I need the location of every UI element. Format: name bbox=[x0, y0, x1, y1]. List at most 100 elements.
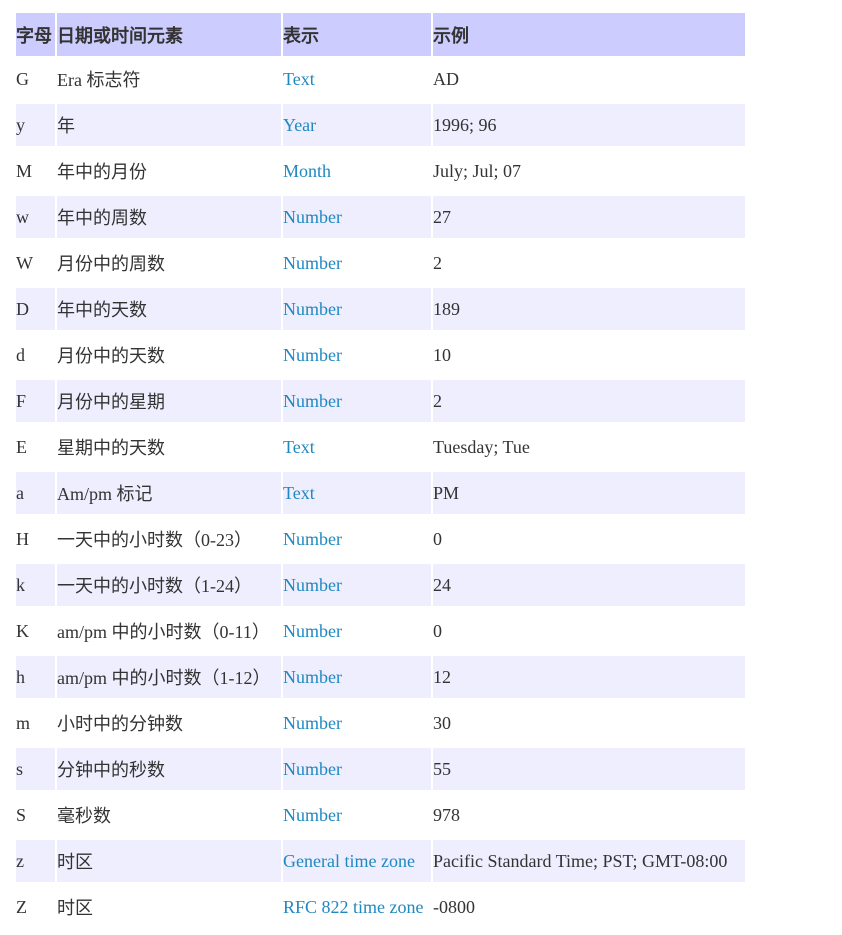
table-row: S 毫秒数 Number 978 bbox=[16, 792, 745, 838]
cell-element: am/pm 中的小时数（0-11） bbox=[57, 608, 281, 654]
cell-element: 时区 bbox=[57, 884, 281, 930]
cell-element: 毫秒数 bbox=[57, 792, 281, 838]
cell-element: 分钟中的秒数 bbox=[57, 746, 281, 792]
cell-presentation: Number bbox=[283, 654, 431, 700]
table-row: M 年中的月份 Month July; Jul; 07 bbox=[16, 148, 745, 194]
cell-example: 27 bbox=[433, 194, 745, 240]
cell-example: 12 bbox=[433, 654, 745, 700]
cell-letter: E bbox=[16, 424, 55, 470]
cell-presentation: Number bbox=[283, 562, 431, 608]
cell-example: AD bbox=[433, 56, 745, 102]
cell-letter: w bbox=[16, 194, 55, 240]
cell-example: 0 bbox=[433, 608, 745, 654]
cell-letter: h bbox=[16, 654, 55, 700]
cell-element: am/pm 中的小时数（1-12） bbox=[57, 654, 281, 700]
cell-presentation: Text bbox=[283, 424, 431, 470]
cell-element: 小时中的分钟数 bbox=[57, 700, 281, 746]
cell-letter: D bbox=[16, 286, 55, 332]
table-row: z 时区 General time zone Pacific Standard Tim… bbox=[16, 838, 745, 884]
cell-presentation: Number bbox=[283, 194, 431, 240]
cell-element: 月份中的星期 bbox=[57, 378, 281, 424]
cell-element: 时区 bbox=[57, 838, 281, 884]
cell-example: 10 bbox=[433, 332, 745, 378]
cell-letter: y bbox=[16, 102, 55, 148]
cell-element: 年中的月份 bbox=[57, 148, 281, 194]
table-row: Kam/pm 中的小时数（0-11） Number 0 bbox=[16, 608, 745, 654]
cell-presentation: Number bbox=[283, 792, 431, 838]
cell-letter: G bbox=[16, 56, 55, 102]
cell-example: 2 bbox=[433, 378, 745, 424]
table-row: F 月份中的星期 Number 2 bbox=[16, 378, 745, 424]
table-row: G Era 标志符 Text AD bbox=[16, 56, 745, 102]
cell-element: 一天中的小时数（1-24） bbox=[57, 562, 281, 608]
header-element: 日期或时间元素 bbox=[57, 13, 281, 56]
cell-letter: H bbox=[16, 516, 55, 562]
header-example: 示例 bbox=[433, 13, 745, 56]
cell-example: 55 bbox=[433, 746, 745, 792]
cell-example: 24 bbox=[433, 562, 745, 608]
cell-example: July; Jul; 07 bbox=[433, 148, 745, 194]
cell-presentation: Number bbox=[283, 608, 431, 654]
cell-presentation: Number bbox=[283, 286, 431, 332]
cell-presentation: Number bbox=[283, 746, 431, 792]
cell-presentation: Number bbox=[283, 700, 431, 746]
table-row: a Am/pm 标记 Text PM bbox=[16, 470, 745, 516]
table-row: w 年中的周数 Number 27 bbox=[16, 194, 745, 240]
header-letter: 字母 bbox=[16, 13, 55, 56]
cell-example: 978 bbox=[433, 792, 745, 838]
cell-element: 年中的周数 bbox=[57, 194, 281, 240]
cell-example: -0800 bbox=[433, 884, 745, 930]
cell-presentation: General time zone bbox=[283, 838, 431, 884]
header-presentation: 表示 bbox=[283, 13, 431, 56]
cell-example: 30 bbox=[433, 700, 745, 746]
cell-element: 年中的天数 bbox=[57, 286, 281, 332]
cell-presentation: Number bbox=[283, 332, 431, 378]
cell-element: 月份中的周数 bbox=[57, 240, 281, 286]
cell-element: Am/pm 标记 bbox=[57, 470, 281, 516]
cell-element: 年 bbox=[57, 102, 281, 148]
cell-letter: Z bbox=[16, 884, 55, 930]
cell-presentation: RFC 822 time zone bbox=[283, 884, 431, 930]
cell-letter: k bbox=[16, 562, 55, 608]
cell-example: Pacific Standard Time; PST; GMT-08:00 bbox=[433, 838, 745, 884]
table-row: d 月份中的天数 Number 10 bbox=[16, 332, 745, 378]
table-row: H 一天中的小时数（0-23） Number 0 bbox=[16, 516, 745, 562]
cell-example: 189 bbox=[433, 286, 745, 332]
cell-presentation: Text bbox=[283, 470, 431, 516]
cell-example: 1996; 96 bbox=[433, 102, 745, 148]
cell-letter: a bbox=[16, 470, 55, 516]
cell-letter: S bbox=[16, 792, 55, 838]
cell-element: 月份中的天数 bbox=[57, 332, 281, 378]
cell-presentation: Number bbox=[283, 378, 431, 424]
cell-presentation: Number bbox=[283, 516, 431, 562]
cell-letter: W bbox=[16, 240, 55, 286]
cell-element: Era 标志符 bbox=[57, 56, 281, 102]
table-row: y 年 Year 1996; 96 bbox=[16, 102, 745, 148]
cell-presentation: Number bbox=[283, 240, 431, 286]
table-row: Z 时区 RFC 822 time zone -0800 bbox=[16, 884, 745, 930]
cell-letter: m bbox=[16, 700, 55, 746]
table-header-row: 字母 日期或时间元素 表示 示例 bbox=[16, 13, 745, 56]
cell-element: 星期中的天数 bbox=[57, 424, 281, 470]
cell-letter: K bbox=[16, 608, 55, 654]
table-row: s 分钟中的秒数 Number 55 bbox=[16, 746, 745, 792]
cell-presentation: Month bbox=[283, 148, 431, 194]
cell-presentation: Text bbox=[283, 56, 431, 102]
table-row: k 一天中的小时数（1-24） Number 24 bbox=[16, 562, 745, 608]
cell-example: PM bbox=[433, 470, 745, 516]
cell-letter: M bbox=[16, 148, 55, 194]
cell-presentation: Year bbox=[283, 102, 431, 148]
cell-letter: d bbox=[16, 332, 55, 378]
cell-example: Tuesday; Tue bbox=[433, 424, 745, 470]
table-row: E 星期中的天数 Text Tuesday; Tue bbox=[16, 424, 745, 470]
table-row: W 月份中的周数 Number 2 bbox=[16, 240, 745, 286]
table-row: h am/pm 中的小时数（1-12） Number 12 bbox=[16, 654, 745, 700]
date-format-table: 字母 日期或时间元素 表示 示例 G Era 标志符 Text AD y 年 Year 199… bbox=[14, 13, 747, 930]
cell-element: 一天中的小时数（0-23） bbox=[57, 516, 281, 562]
cell-letter: z bbox=[16, 838, 55, 884]
cell-letter: F bbox=[16, 378, 55, 424]
table-row: D 年中的天数 Number 189 bbox=[16, 286, 745, 332]
cell-letter: s bbox=[16, 746, 55, 792]
table-row: m 小时中的分钟数 Number 30 bbox=[16, 700, 745, 746]
cell-example: 0 bbox=[433, 516, 745, 562]
